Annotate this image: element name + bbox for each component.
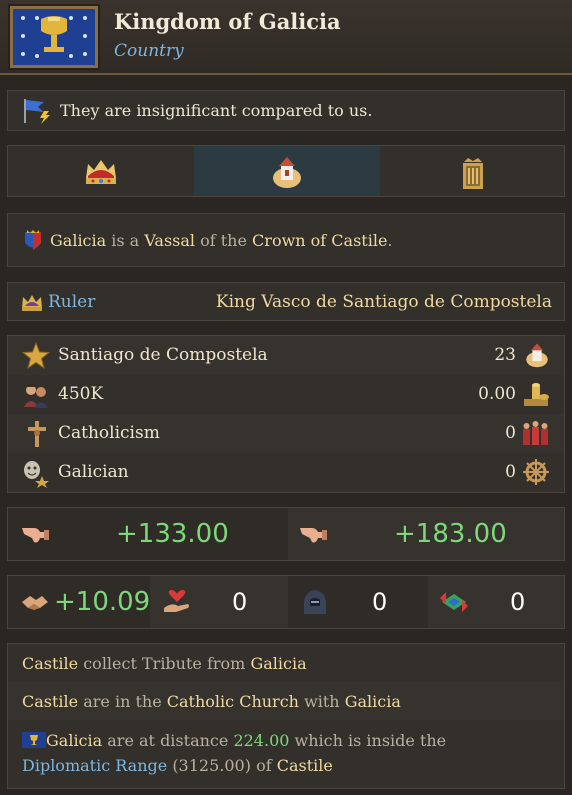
balance-left-value: +133.00	[116, 519, 229, 549]
overlord-name[interactable]: Crown of Castile	[252, 231, 387, 250]
opinion-text: They are insignificant compared to us.	[60, 101, 373, 120]
info-text: collect Tribute from	[83, 654, 246, 673]
thumbs-down-icon	[20, 522, 50, 550]
vassal-period: .	[387, 231, 393, 250]
tab-government[interactable]	[380, 146, 564, 196]
header: Kingdom of Galicia Country	[0, 0, 572, 75]
ruler-name[interactable]: King Vasco de Santiago de Compostela	[216, 292, 552, 312]
country-link[interactable]: Galicia	[46, 731, 102, 750]
thumbs-down-icon	[298, 522, 328, 550]
country-link[interactable]: Galicia	[250, 654, 306, 673]
info-panel: Castile collect Tribute from Galicia Cas…	[7, 643, 565, 789]
capital-name: Santiago de Compostela	[58, 345, 268, 365]
religion-name: Catholicism	[58, 423, 160, 443]
country-link[interactable]: Castile	[277, 756, 333, 775]
town-icon	[270, 154, 304, 194]
crown-icon	[82, 156, 120, 192]
town-icon	[524, 340, 550, 374]
population-growth: 0.00	[478, 384, 516, 404]
heart-hand-icon	[162, 588, 192, 620]
population-value: 450K	[58, 384, 104, 404]
diplomatic-range-link[interactable]: Diplomatic Range	[22, 756, 167, 775]
relations-panel: +10.09 0 0 0	[7, 575, 565, 629]
star-icon	[21, 341, 51, 374]
tab-bar	[7, 145, 565, 197]
spies-cell[interactable]: 0	[290, 576, 426, 628]
map-swap-icon	[438, 588, 470, 620]
info-text: are in the	[83, 692, 162, 711]
page-title: Kingdom of Galicia	[114, 9, 341, 34]
culture-value: 0	[505, 462, 516, 482]
overlord-shield-icon	[20, 228, 46, 258]
tab-diplomacy[interactable]	[8, 146, 194, 196]
country-link[interactable]: Castile	[22, 692, 78, 711]
vassal-sentence: Galicia is a Vassal of the Crown of Cast…	[50, 231, 393, 250]
relation-type[interactable]: Vassal	[144, 231, 195, 250]
population-row[interactable]: 450K 0.00	[8, 375, 564, 414]
spies-value: 0	[372, 588, 388, 616]
balance-right-value: +183.00	[394, 519, 507, 549]
info-text: which is inside the	[294, 731, 447, 750]
info-text: are at distance	[107, 731, 229, 750]
balance-left[interactable]: +133.00	[8, 508, 286, 560]
info-text: of	[256, 756, 272, 775]
religion-row[interactable]: Catholicism 0	[8, 414, 564, 453]
info-text: with	[304, 692, 340, 711]
theater-masks-icon	[21, 458, 51, 492]
galicia-flag-icon	[22, 732, 46, 752]
banner-crest-icon	[458, 154, 488, 196]
tribute-line: Castile collect Tribute from Galicia	[22, 654, 307, 673]
coins-icon	[520, 381, 552, 413]
trust-value: +10.09	[54, 587, 151, 617]
trust-cell[interactable]: +10.09	[8, 576, 151, 628]
subject-name[interactable]: Galicia	[50, 231, 106, 250]
church-line: Castile are in the Catholic Church with …	[22, 692, 401, 711]
stats-panel: Santiago de Compostela 23 450K 0.00 Cath…	[7, 335, 565, 493]
opinion-panel: They are insignificant compared to us.	[7, 90, 565, 131]
spy-hood-icon	[302, 588, 328, 620]
ruler-label: Ruler	[48, 292, 96, 312]
balance-panel: +133.00 +183.00	[7, 507, 565, 561]
country-type-label: Country	[114, 41, 184, 61]
culture-name: Galician	[58, 462, 129, 482]
favors-value: 0	[232, 588, 248, 616]
ruler-crown-icon	[20, 292, 44, 316]
religion-value: 0	[505, 423, 516, 443]
soldiers-icon	[520, 419, 552, 453]
church-link[interactable]: Catholic Church	[167, 692, 299, 711]
capital-value: 23	[494, 345, 516, 365]
ruler-panel: Ruler King Vasco de Santiago de Composte…	[7, 282, 565, 321]
distance-value: 224.00	[233, 731, 290, 750]
vassal-text: is a	[111, 231, 140, 250]
ship-wheel-icon	[522, 458, 550, 490]
favors-cell[interactable]: 0	[150, 576, 288, 628]
flag-lightning-icon	[20, 97, 54, 129]
country-flag[interactable]	[10, 6, 98, 68]
distance-line: Galicia are at distance 224.00 which is …	[22, 731, 446, 752]
range-value: (3125.00)	[172, 756, 251, 775]
culture-row[interactable]: Galician 0	[8, 453, 564, 492]
population-icon	[22, 381, 50, 413]
maps-cell[interactable]: 0	[428, 576, 564, 628]
country-link[interactable]: Castile	[22, 654, 78, 673]
maps-value: 0	[510, 588, 526, 616]
tab-locations[interactable]	[194, 146, 380, 196]
country-link[interactable]: Galicia	[345, 692, 401, 711]
distance-line-2: Diplomatic Range (3125.00) of Castile	[22, 756, 333, 775]
handshake-icon	[20, 590, 50, 618]
capital-row[interactable]: Santiago de Compostela 23	[8, 336, 564, 375]
vassal-text: of the	[200, 231, 247, 250]
cross-icon	[25, 419, 49, 453]
balance-right[interactable]: +183.00	[288, 508, 564, 560]
vassal-panel: Galicia is a Vassal of the Crown of Cast…	[7, 213, 565, 267]
